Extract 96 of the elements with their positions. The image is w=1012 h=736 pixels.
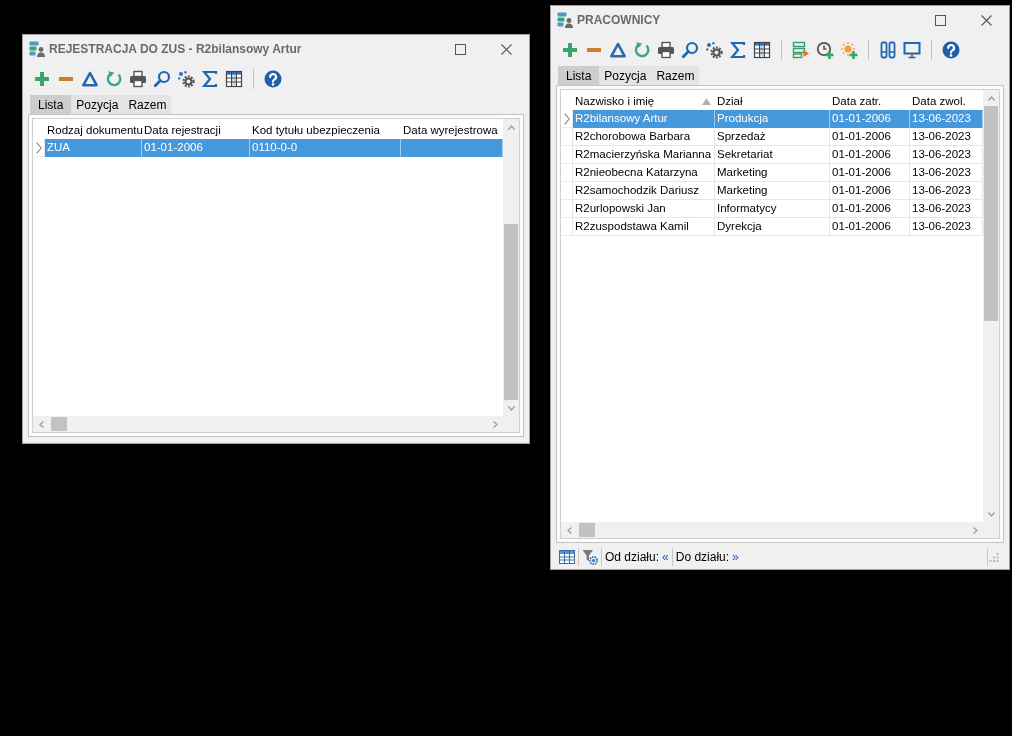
table-row[interactable]: R2macierzyńska Marianna Sekretariat 01-01-2006 13-06-2023	[573, 146, 983, 164]
chevron-down-icon	[987, 511, 995, 517]
plus-icon[interactable]	[561, 41, 579, 59]
tab[interactable]: Lista	[30, 95, 72, 114]
table-row[interactable]: R2zuspodstawa Kamil Dyrekcja 01-01-2006 13-06-2023	[573, 218, 983, 236]
table-cell: 01-01-2006	[830, 182, 910, 200]
sun-plus-icon[interactable]	[840, 41, 858, 59]
maximize-icon	[934, 14, 946, 26]
monitor-icon[interactable]	[903, 41, 921, 59]
window-title: REJESTRACJA DO ZUS - R2bilansowy Artur	[49, 42, 302, 56]
table-cell: Sprzedaż	[715, 128, 830, 146]
help-icon[interactable]	[942, 41, 960, 59]
current-row-icon	[35, 141, 42, 154]
search-icon[interactable]	[153, 70, 171, 88]
triangle-icon[interactable]	[609, 41, 627, 59]
current-row-icon	[563, 112, 570, 125]
column-header[interactable]: Rodzaj dokumentu	[45, 121, 142, 139]
printer-icon[interactable]	[129, 70, 147, 88]
table-row[interactable]: R2nieobecna Katarzyna Marketing 01-01-2006 13-06-2023	[573, 164, 983, 182]
table-cell: R2urlopowski Jan	[573, 200, 715, 218]
table-cell: 01-01-2006	[142, 139, 250, 157]
table-cell: ZUA	[45, 139, 142, 157]
resize-grip-icon[interactable]	[989, 551, 999, 562]
scrollbar-thumb[interactable]	[504, 223, 518, 400]
table-cell: 01-01-2006	[830, 200, 910, 218]
tab[interactable]: Razem	[123, 95, 172, 114]
chevron-left-icon	[38, 420, 44, 428]
list-arrow-icon[interactable]	[792, 41, 810, 59]
gears-icon[interactable]	[705, 41, 723, 59]
chevron-down-icon	[507, 405, 515, 411]
chevron-up-icon	[507, 124, 515, 130]
column-header[interactable]: Data zwol.	[910, 92, 983, 110]
column-header[interactable]: Data rejestracji	[142, 121, 250, 139]
table-row[interactable]: R2samochodzik Dariusz Marketing 01-01-2006 13-06-2023	[573, 182, 983, 200]
tab[interactable]: Lista	[558, 66, 600, 85]
table-cell: Marketing	[715, 164, 830, 182]
search-icon[interactable]	[681, 41, 699, 59]
column-header[interactable]: Kod tytułu ubezpieczenia	[250, 121, 401, 139]
app-icon	[29, 41, 45, 57]
scrollbar-thumb[interactable]	[579, 523, 595, 537]
sigma-icon[interactable]	[201, 70, 219, 88]
chevron-right-icon	[492, 420, 498, 428]
help-icon[interactable]	[264, 70, 282, 88]
table-cell: R2chorobowa Barbara	[573, 128, 715, 146]
table-cell: R2zuspodstawa Kamil	[573, 218, 715, 236]
column-header[interactable]: Data zatr.	[830, 92, 910, 110]
scrollbar-thumb[interactable]	[51, 417, 67, 431]
table-cell: 01-01-2006	[830, 164, 910, 182]
chevron-left-icon	[566, 526, 572, 534]
table-cell: R2macierzyńska Marianna	[573, 146, 715, 164]
column-header[interactable]: Data wyrejestrowa	[401, 121, 503, 139]
chevron-right-icon	[972, 526, 978, 534]
table-cell: 01-01-2006	[830, 218, 910, 236]
table-cell: R2samochodzik Dariusz	[573, 182, 715, 200]
table-cell: R2bilansowy Artur	[573, 110, 715, 128]
table-cell: Produkcja	[715, 110, 830, 128]
table-icon[interactable]	[559, 548, 575, 565]
close-icon	[980, 14, 992, 26]
table-row[interactable]: R2chorobowa Barbara Sprzedaż 01-01-2006 13-06-2023	[573, 128, 983, 146]
filter-link[interactable]: «	[659, 549, 671, 564]
binders-icon[interactable]	[879, 41, 897, 59]
table-row[interactable]: R2urlopowski Jan Informatycy 01-01-2006 13-06-2023	[573, 200, 983, 218]
app-icon	[557, 12, 573, 28]
filter-label: Do działu:	[674, 549, 730, 564]
table-cell: Marketing	[715, 182, 830, 200]
plus-icon[interactable]	[33, 70, 51, 88]
table-cell: 01-01-2006	[830, 128, 910, 146]
chevron-up-icon	[987, 95, 995, 101]
table-cell: 01-01-2006	[830, 110, 910, 128]
column-header[interactable]: Nazwisko i imię	[573, 92, 715, 110]
close-icon	[500, 43, 512, 55]
table-cell: Informatycy	[715, 200, 830, 218]
table-cell: R2nieobecna Katarzyna	[573, 164, 715, 182]
gears-icon[interactable]	[177, 70, 195, 88]
table-columns-icon[interactable]	[225, 70, 243, 88]
clock-plus-icon[interactable]	[816, 41, 834, 59]
table-cell: Sekretariat	[715, 146, 830, 164]
filter-link[interactable]: »	[729, 549, 741, 564]
filter-label: Od działu:	[604, 549, 660, 564]
column-header[interactable]: Dział	[715, 92, 830, 110]
sigma-icon[interactable]	[729, 41, 747, 59]
scrollbar-thumb[interactable]	[984, 106, 998, 322]
table-cell: Dyrekcja	[715, 218, 830, 236]
window-title: PRACOWNICY	[577, 13, 661, 27]
maximize-icon	[454, 43, 466, 55]
tab[interactable]: Razem	[651, 66, 700, 85]
tab[interactable]: Pozycja	[599, 66, 652, 85]
triangle-icon[interactable]	[81, 70, 99, 88]
filter-gear-icon[interactable]	[582, 548, 598, 565]
table-columns-icon[interactable]	[753, 41, 771, 59]
tab[interactable]: Pozycja	[71, 95, 124, 114]
refresh-icon[interactable]	[633, 41, 651, 59]
table-cell: 01-01-2006	[830, 146, 910, 164]
refresh-icon[interactable]	[105, 70, 123, 88]
printer-icon[interactable]	[657, 41, 675, 59]
table-cell: 0110-0-0	[250, 139, 401, 157]
